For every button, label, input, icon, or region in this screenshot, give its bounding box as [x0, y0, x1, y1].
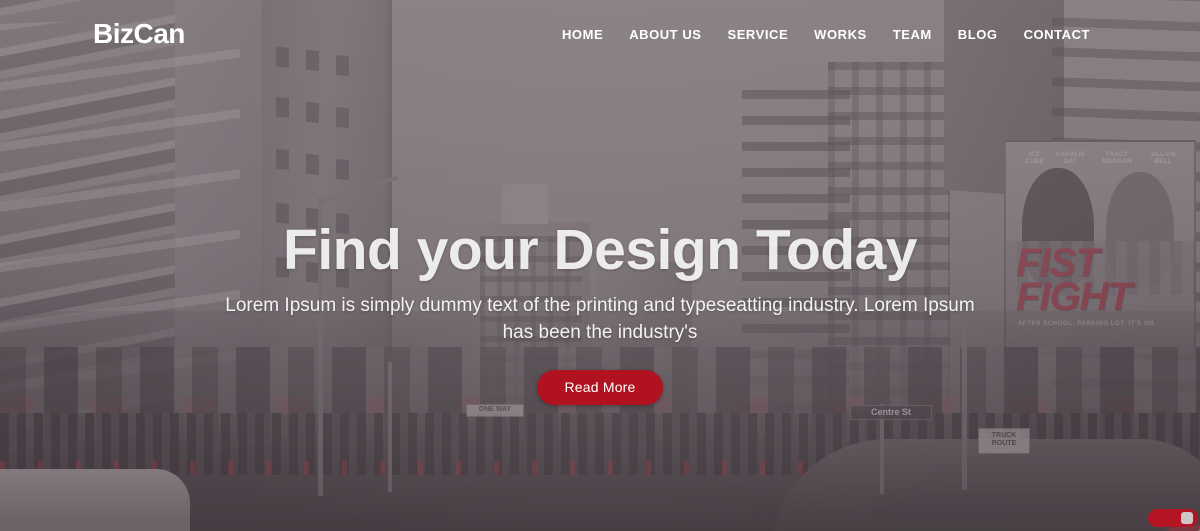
- site-logo[interactable]: BizCan: [93, 20, 185, 48]
- nav-item-home[interactable]: HOME: [562, 27, 603, 42]
- main-navigation: HOME ABOUT US SERVICE WORKS TEAM BLOG CO…: [562, 27, 1090, 42]
- hero-title: Find your Design Today: [283, 218, 917, 282]
- hero-content: Find your Design Today Lorem Ipsum is si…: [0, 218, 1200, 405]
- nav-item-blog[interactable]: BLOG: [958, 27, 998, 42]
- corner-widget-knob: [1181, 512, 1193, 524]
- nav-item-service[interactable]: SERVICE: [727, 27, 788, 42]
- nav-item-contact[interactable]: CONTACT: [1024, 27, 1090, 42]
- hero-section: ICE CUBE CHARLIE DAY TRACY MORGAN JILLIA…: [0, 0, 1200, 531]
- nav-item-team[interactable]: TEAM: [893, 27, 932, 42]
- hero-subtitle: Lorem Ipsum is simply dummy text of the …: [225, 295, 975, 343]
- read-more-button[interactable]: Read More: [537, 370, 663, 405]
- corner-widget[interactable]: [1148, 509, 1198, 527]
- nav-item-works[interactable]: WORKS: [814, 27, 867, 42]
- nav-item-about-us[interactable]: ABOUT US: [629, 27, 701, 42]
- navbar: BizCan HOME ABOUT US SERVICE WORKS TEAM …: [0, 0, 1200, 70]
